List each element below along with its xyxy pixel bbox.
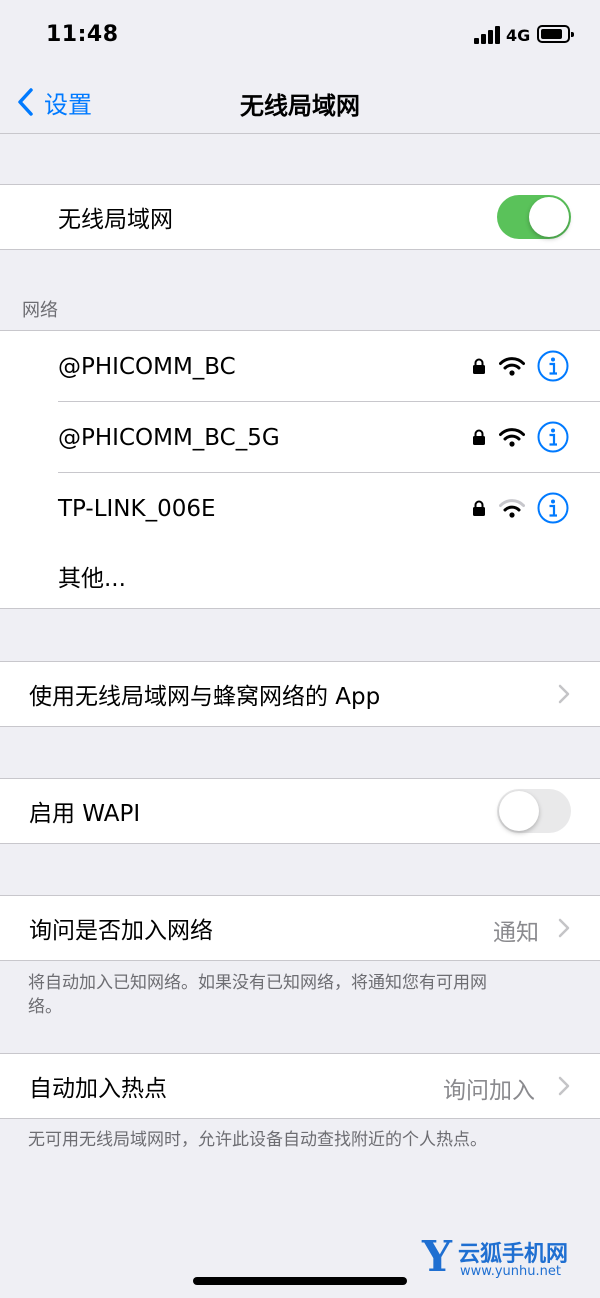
navigation-bar: 设置 无线局域网 <box>0 70 600 134</box>
wapi-group: 启用 WAPI <box>0 778 600 844</box>
network-type: 4G <box>506 26 531 45</box>
wifi-toggle-switch[interactable] <box>497 195 571 239</box>
wapi-label: 启用 WAPI <box>29 801 141 827</box>
networks-list: @PHICOMM_BC @PHICOMM_BC_5G TP-LINK_006E … <box>0 330 600 609</box>
other-network-row[interactable]: 其他... <box>0 544 600 608</box>
info-icon[interactable] <box>537 421 569 453</box>
network-row[interactable]: @PHICOMM_BC <box>0 331 600 402</box>
ask-join-group: 询问是否加入网络 通知 <box>0 895 600 961</box>
ask-join-label: 询问是否加入网络 <box>29 918 213 944</box>
chevron-right-icon <box>558 684 570 704</box>
info-icon[interactable] <box>537 350 569 382</box>
wifi-signal-icon <box>499 428 525 447</box>
ask-join-value: 通知 <box>493 920 539 946</box>
network-row[interactable]: TP-LINK_006E <box>0 473 600 544</box>
chevron-right-icon <box>558 918 570 938</box>
cellular-signal-icon <box>474 26 502 44</box>
lock-icon <box>473 500 485 516</box>
wifi-toggle-group: 无线局域网 <box>0 184 600 250</box>
lock-icon <box>473 358 485 374</box>
network-row[interactable]: @PHICOMM_BC_5G <box>0 402 600 473</box>
network-name: @PHICOMM_BC <box>58 353 236 380</box>
status-time: 11:48 <box>46 22 119 47</box>
apps-row[interactable]: 使用无线局域网与蜂窝网络的 App <box>0 662 600 726</box>
wapi-row: 启用 WAPI <box>0 779 600 843</box>
info-icon[interactable] <box>537 492 569 524</box>
other-network-label: 其他... <box>58 566 126 592</box>
auto-hotspot-footer: 无可用无线局域网时，允许此设备自动查找附近的个人热点。 <box>28 1130 487 1150</box>
wifi-toggle-label: 无线局域网 <box>58 207 173 233</box>
network-name: TP-LINK_006E <box>58 495 216 522</box>
ask-join-footer: 将自动加入已知网络。如果没有已知网络，将通知您有可用网络。 <box>28 973 487 1017</box>
wapi-toggle-switch[interactable] <box>497 789 571 833</box>
ask-join-row[interactable]: 询问是否加入网络 通知 <box>0 896 600 960</box>
battery-icon <box>537 25 574 43</box>
auto-hotspot-value: 询问加入 <box>443 1078 535 1104</box>
watermark-logo: Y 云狐手机网 www.yunhu.net <box>422 1232 592 1282</box>
watermark-url: www.yunhu.net <box>460 1264 561 1279</box>
auto-hotspot-group: 自动加入热点 询问加入 <box>0 1053 600 1119</box>
status-bar: 11:48 4G <box>0 0 600 70</box>
page-title: 无线局域网 <box>240 92 360 120</box>
auto-hotspot-label: 自动加入热点 <box>29 1076 167 1102</box>
networks-section-header: 网络 <box>22 300 58 321</box>
lock-icon <box>473 429 485 445</box>
network-name: @PHICOMM_BC_5G <box>58 424 280 451</box>
apps-group: 使用无线局域网与蜂窝网络的 App <box>0 661 600 727</box>
auto-hotspot-row[interactable]: 自动加入热点 询问加入 <box>0 1054 600 1118</box>
watermark-letter: Y <box>422 1232 452 1281</box>
wifi-signal-weak-icon <box>499 499 525 518</box>
wifi-toggle-row: 无线局域网 <box>0 185 600 249</box>
home-indicator[interactable] <box>193 1277 407 1285</box>
apps-row-label: 使用无线局域网与蜂窝网络的 App <box>29 684 381 710</box>
wifi-signal-icon <box>499 357 525 376</box>
chevron-right-icon <box>558 1076 570 1096</box>
